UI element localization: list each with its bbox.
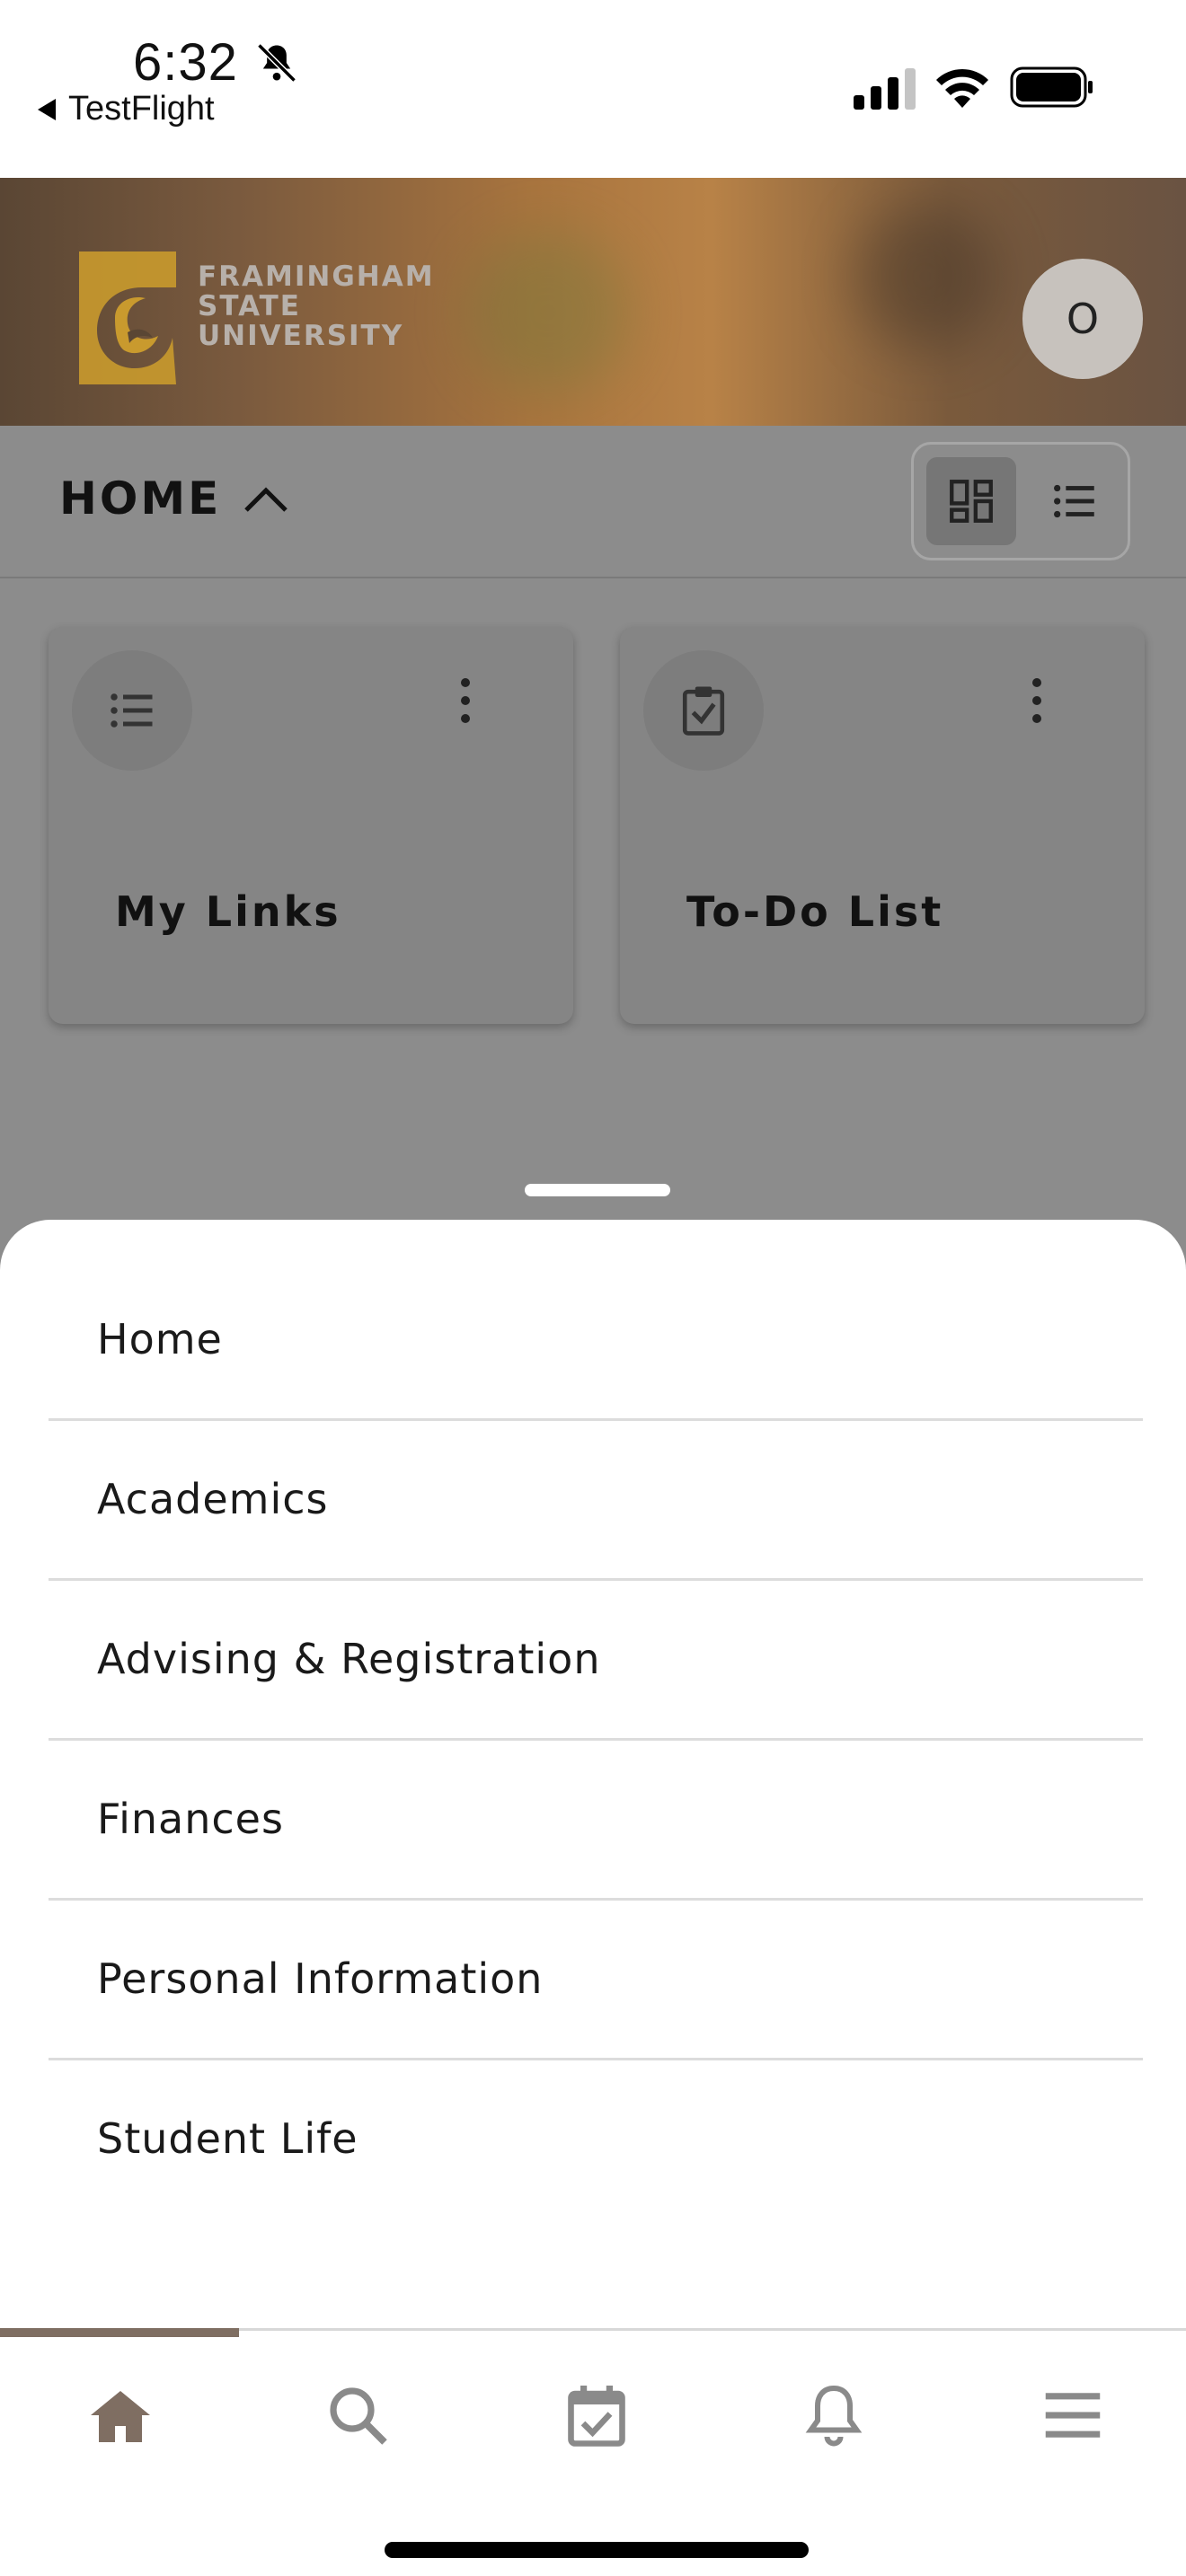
status-time: 6:32 <box>133 33 238 92</box>
menu-item-academics[interactable]: Academics <box>49 1421 1143 1581</box>
home-indicator <box>385 2542 809 2558</box>
cellular-signal-icon <box>854 68 916 110</box>
card-title: To-Do List <box>686 887 944 936</box>
more-vertical-icon[interactable] <box>1019 674 1055 728</box>
wifi-icon <box>936 68 988 108</box>
menu-icon <box>1045 2393 1101 2438</box>
back-to-app-link[interactable]: TestFlight <box>38 90 215 128</box>
back-arrow-icon <box>38 98 56 120</box>
menu-item-label: Home <box>97 1315 223 1363</box>
bell-off-icon <box>257 43 296 83</box>
list-view-icon <box>1054 484 1094 518</box>
header-banner: FRAMINGHAM STATE UNIVERSITY O <box>0 178 1186 426</box>
card-my-links[interactable]: My Links <box>49 627 573 1024</box>
menu-item-label: Student Life <box>97 2114 358 2163</box>
section-header: HOME <box>0 426 1186 578</box>
menu-item-label: Finances <box>97 1795 284 1843</box>
menu-item-label: Academics <box>97 1475 329 1523</box>
tab-notifications[interactable] <box>789 2370 879 2460</box>
list-view-button[interactable] <box>1034 457 1115 545</box>
tab-home[interactable] <box>75 2370 165 2460</box>
tab-menu[interactable] <box>1028 2370 1118 2460</box>
sheet-drag-handle[interactable] <box>525 1184 670 1196</box>
avatar-initial: O <box>1066 295 1100 343</box>
menu-item-advising-registration[interactable]: Advising & Registration <box>49 1581 1143 1741</box>
dashboard-grid-icon <box>950 480 993 523</box>
university-logo-icon <box>79 251 176 384</box>
bell-icon <box>805 2385 863 2447</box>
back-app-label: TestFlight <box>68 90 215 128</box>
tab-calendar[interactable] <box>552 2370 642 2460</box>
clipboard-check-icon <box>643 650 764 771</box>
battery-icon <box>1010 66 1093 108</box>
card-title: My Links <box>115 887 341 936</box>
menu-item-label: Advising & Registration <box>97 1635 601 1683</box>
avatar[interactable]: O <box>1022 259 1143 379</box>
calendar-check-icon <box>568 2386 625 2447</box>
list-icon <box>72 650 192 771</box>
home-icon <box>91 2391 150 2442</box>
menu-item-home[interactable]: Home <box>49 1261 1143 1421</box>
menu-item-label: Personal Information <box>97 1954 544 2003</box>
card-to-do-list[interactable]: To-Do List <box>620 627 1145 1024</box>
chevron-up-icon <box>244 487 288 512</box>
bottom-tab-bar <box>0 2328 1186 2576</box>
search-icon <box>330 2387 387 2445</box>
status-bar: 6:32 TestFlight <box>0 0 1186 178</box>
view-toggle <box>911 442 1130 560</box>
menu-item-finances[interactable]: Finances <box>49 1741 1143 1901</box>
menu-item-personal-information[interactable]: Personal Information <box>49 1901 1143 2060</box>
university-logo-text: FRAMINGHAM STATE UNIVERSITY <box>198 260 435 352</box>
active-tab-indicator <box>0 2328 239 2337</box>
more-vertical-icon[interactable] <box>447 674 483 728</box>
navigation-sheet: Home Academics Advising & Registration F… <box>0 1220 1186 2332</box>
section-selector[interactable]: HOME <box>59 472 289 525</box>
section-title: HOME <box>59 472 222 525</box>
grid-view-button[interactable] <box>926 457 1016 545</box>
menu-item-student-life[interactable]: Student Life <box>49 2060 1143 2220</box>
tab-search[interactable] <box>313 2370 403 2460</box>
